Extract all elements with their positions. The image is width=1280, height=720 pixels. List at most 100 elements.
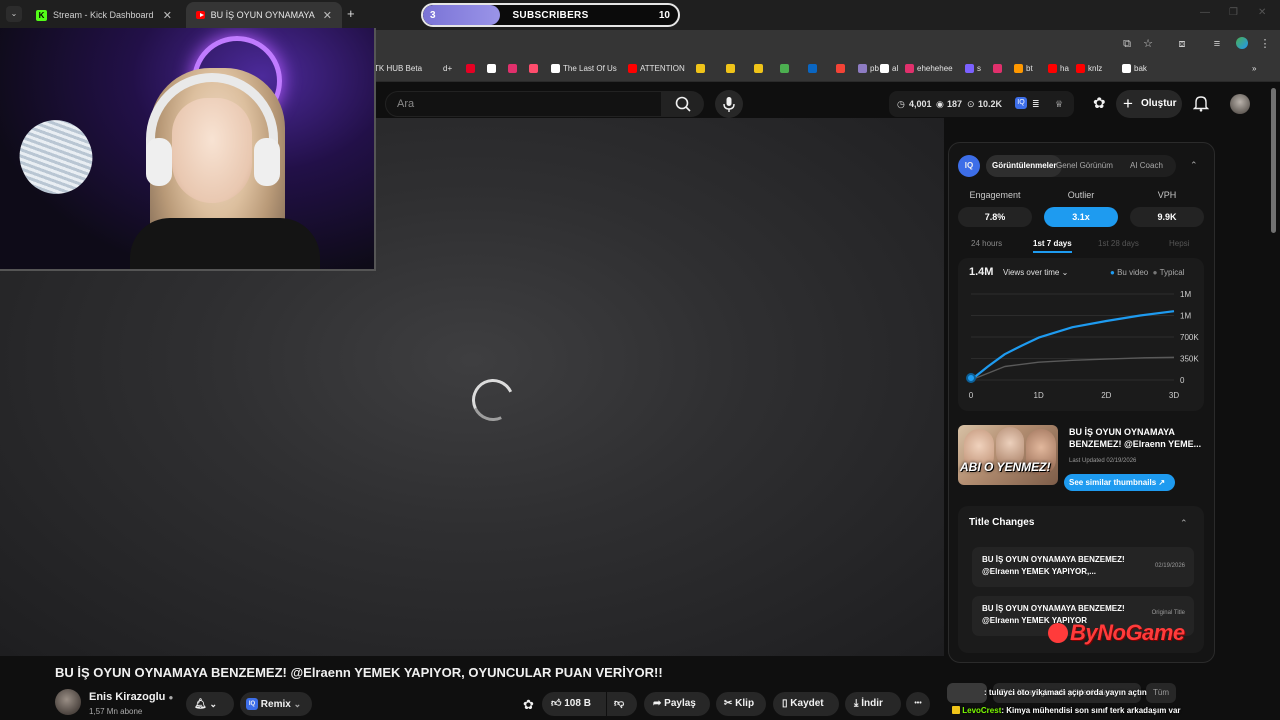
bookmark-item[interactable] — [780, 64, 789, 73]
range-24-hours[interactable]: 24 hours — [971, 239, 1002, 248]
bookmark-label: ATTENTION — [640, 64, 685, 73]
scissors-icon: ✂ — [724, 698, 733, 709]
dislike-button[interactable]: 👎︎ — [607, 692, 637, 716]
bookmark-item[interactable]: bak — [1122, 64, 1147, 73]
bookmark-item[interactable] — [726, 64, 735, 73]
gear-icon[interactable]: ✿ — [1093, 94, 1106, 112]
range-first-28-days[interactable]: 1st 28 days — [1098, 239, 1139, 248]
channel-avatar[interactable] — [55, 689, 81, 715]
star-icon[interactable]: ☆ — [1141, 37, 1155, 51]
range-first-7-days[interactable]: 1st 7 days — [1033, 239, 1072, 253]
bookmark-favicon-icon — [1076, 64, 1085, 73]
bookmark-item[interactable] — [836, 64, 845, 73]
profile-icon[interactable] — [1235, 37, 1249, 51]
external-link-icon: ↗ — [1158, 478, 1166, 487]
collapse-chevron-icon[interactable]: ⌃ — [1180, 518, 1188, 529]
search-input[interactable]: Ara — [385, 91, 662, 117]
bookmark-label: d+ — [443, 64, 453, 73]
cast-icon[interactable]: ⧉ — [1120, 37, 1134, 51]
tab-youtube-video[interactable]: BU İŞ OYUN OYNAMAYA BENZE ✕ — [186, 2, 342, 28]
share-button[interactable]: ➦ Paylaş — [644, 692, 710, 716]
menu-icon[interactable]: ⋮ — [1258, 37, 1272, 51]
bookmark-favicon-icon — [965, 64, 974, 73]
bookmark-item[interactable]: ha — [1048, 64, 1069, 73]
bookmark-item[interactable] — [754, 64, 763, 73]
new-tab-button[interactable]: + — [347, 6, 355, 21]
bookmark-favicon-icon — [858, 64, 867, 73]
tab-kick-dashboard[interactable]: K Stream - Kick Dashboard ✕ — [26, 2, 182, 28]
close-icon[interactable]: ✕ — [163, 9, 172, 22]
bookmark-item[interactable] — [696, 64, 705, 73]
bookmark-label: pb — [870, 64, 879, 73]
extensions-icon[interactable]: ⧈ — [1175, 37, 1189, 51]
close-icon[interactable]: ✕ — [323, 9, 332, 22]
create-button[interactable]: + Oluştur — [1116, 90, 1182, 118]
chat-username: LevoCrest — [962, 706, 1002, 715]
user-avatar[interactable] — [1230, 94, 1250, 114]
eye-icon: ◉ — [936, 99, 944, 109]
bookmark-item[interactable]: d+ — [443, 64, 452, 73]
list-icon[interactable]: ≣ — [1032, 99, 1040, 110]
bookmark-item[interactable] — [808, 64, 817, 73]
bookmark-item[interactable]: ehehehee — [905, 64, 953, 73]
bookmark-label: knlz — [1088, 64, 1103, 73]
restore-icon[interactable]: ❐ — [1229, 7, 1238, 18]
bookmark-item[interactable] — [529, 64, 538, 73]
bookmark-item[interactable] — [993, 64, 1002, 73]
bookmark-item[interactable]: pb — [858, 64, 879, 73]
chevron-down-icon: ⌄ — [293, 699, 302, 709]
bookmarks-overflow-icon[interactable]: » — [1252, 64, 1256, 73]
iq-icon[interactable]: IQ — [1015, 97, 1027, 109]
collapse-chevron-icon[interactable]: ⌃ — [1190, 160, 1198, 171]
tab-search-icon[interactable]: ⌄ — [6, 6, 22, 22]
tab-title: Stream - Kick Dashboard — [53, 10, 154, 20]
like-button[interactable]: 👍︎ 108 B — [542, 692, 606, 716]
bookmark-label: TK HUB Beta — [374, 64, 423, 73]
tab-goruntulenmeler[interactable]: Görüntülenmeler — [986, 155, 1063, 177]
tab-ai-coach[interactable]: AI Coach — [1130, 155, 1163, 177]
remix-button[interactable]: IQ Remix ⌄ — [240, 692, 312, 716]
notifications-bell-icon[interactable] — [1192, 94, 1210, 117]
bookmark-item[interactable]: bt — [1014, 64, 1033, 73]
save-button[interactable]: ▯ Kaydet — [773, 692, 839, 716]
bookmark-item[interactable]: s — [965, 64, 981, 73]
x-tick-label: 3D — [1169, 391, 1179, 400]
search-button[interactable] — [662, 91, 704, 117]
subscriber-goal-label: SUBSCRIBERS — [512, 10, 589, 21]
bookmark-item[interactable]: knlz — [1076, 64, 1102, 73]
page-scrollbar[interactable] — [1271, 88, 1276, 233]
tab-title: BU İŞ OYUN OYNAMAYA BENZE — [210, 10, 317, 20]
bookmark-item[interactable]: TK HUB Beta — [374, 64, 422, 73]
bookmark-item[interactable]: al — [880, 64, 898, 73]
range-all[interactable]: Hepsi — [1169, 239, 1189, 248]
bookmark-favicon-icon — [808, 64, 817, 73]
minimize-icon[interactable]: — — [1200, 7, 1210, 18]
bookmark-item[interactable]: ATTENTION — [628, 64, 685, 73]
window-close-icon[interactable]: ✕ — [1258, 7, 1266, 18]
bookmark-item[interactable] — [466, 64, 475, 73]
bookmark-label: bak — [1134, 64, 1147, 73]
sparkle-icon[interactable]: ✿ — [523, 697, 534, 713]
voice-search-button[interactable] — [715, 90, 743, 118]
chart-metric-selector[interactable]: Views over time ⌄ — [1003, 268, 1068, 277]
subscribe-bell-button[interactable]: 🔔︎ ⌄ — [186, 692, 234, 716]
see-similar-thumbnails-button[interactable]: See similar thumbnails ↗ — [1064, 474, 1175, 491]
bookmark-item[interactable]: The Last Of Us — [551, 64, 617, 73]
video-thumbnail[interactable] — [958, 425, 1058, 485]
bookmark-favicon-icon — [551, 64, 560, 73]
download-button[interactable]: ⤓ İndir — [845, 692, 901, 716]
media-icon[interactable]: ≡ — [1210, 37, 1224, 51]
metric-value-outlier: 3.1x — [1044, 207, 1118, 227]
bookmark-item[interactable] — [487, 64, 496, 73]
trophy-icon[interactable]: ♕ — [1055, 99, 1063, 110]
channel-name[interactable]: Enis Kirazoglu ● — [89, 691, 173, 703]
headset-cup-right — [254, 138, 280, 186]
more-actions-button[interactable]: ••• — [906, 692, 930, 716]
bookmark-label: s — [977, 64, 981, 73]
clip-button[interactable]: ✂ Klip — [716, 692, 766, 716]
tab-genel-gorunum[interactable]: Genel Görünüm — [1056, 155, 1113, 177]
metric-label-vph: VPH — [1157, 190, 1177, 200]
video-title: BU İŞ OYUN OYNAMAYA BENZEMEZ! @Elraenn Y… — [55, 665, 663, 680]
bookmark-item[interactable] — [508, 64, 517, 73]
chat-message: : tuluyci oto yikamaci açıp orda yayın a… — [984, 688, 1147, 697]
